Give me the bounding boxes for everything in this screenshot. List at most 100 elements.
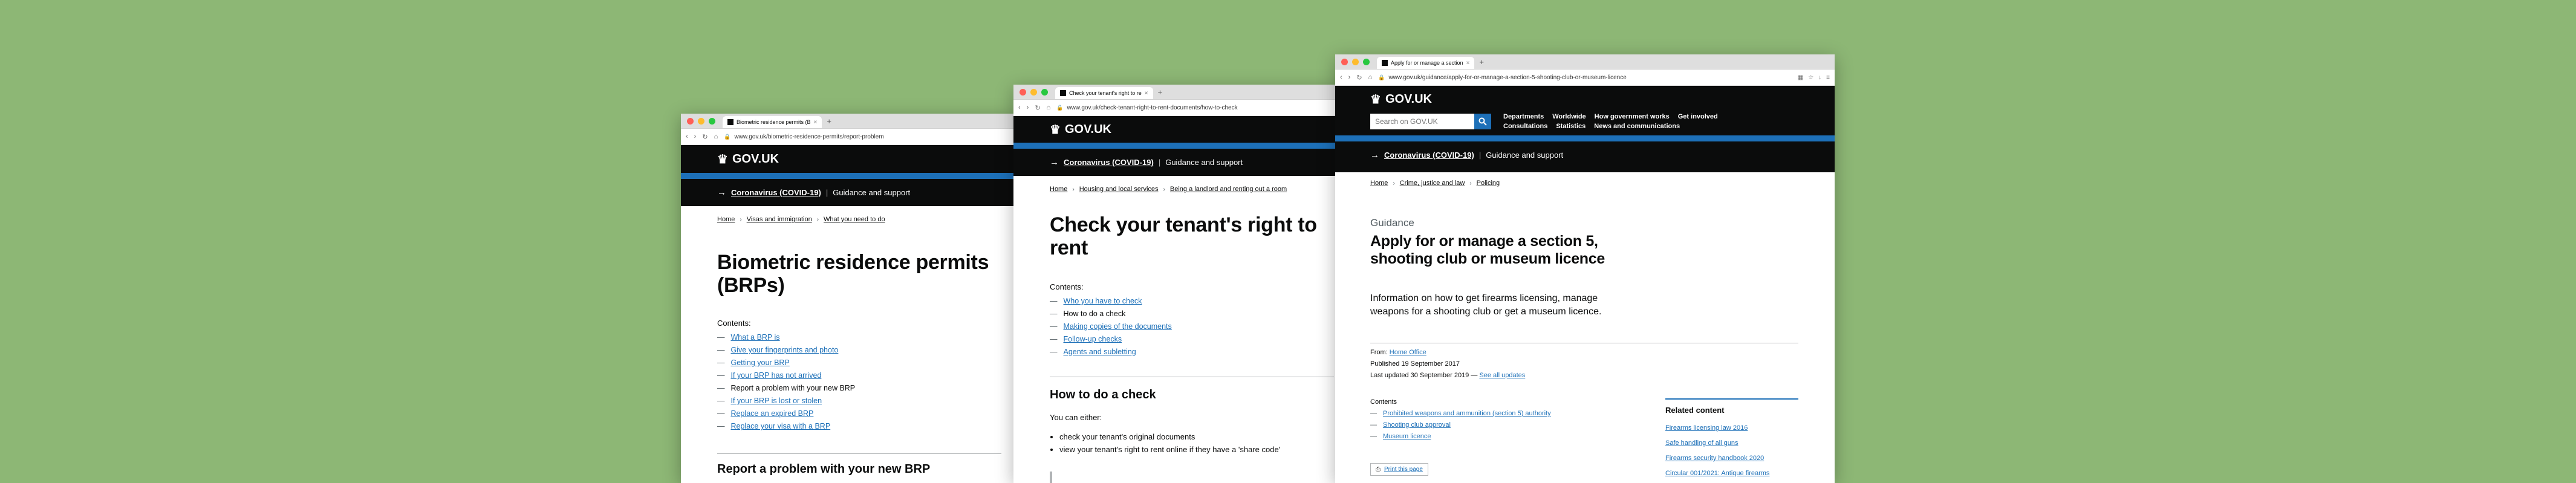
breadcrumb-visas[interactable]: Visas and immigration [747, 216, 812, 223]
close-window-icon[interactable] [1341, 58, 1348, 65]
tab-title: Apply for or manage a section [1391, 60, 1463, 66]
list-item: — Making copies of the documents [1050, 320, 1316, 333]
nav-statistics[interactable]: Statistics [1556, 122, 1586, 131]
nav-departments[interactable]: Departments [1503, 112, 1544, 122]
covid-link[interactable]: Coronavirus (COVID-19) [1064, 158, 1154, 167]
covid-link[interactable]: Coronavirus (COVID-19) [731, 188, 821, 197]
toc-link[interactable]: Replace your visa with a BRP [731, 420, 831, 433]
related-link[interactable]: Firearms security handbook 2020 [1665, 451, 1798, 466]
maximize-window-icon[interactable] [709, 117, 715, 125]
nav-how-government-works[interactable]: How government works [1595, 112, 1670, 122]
section-heading: Report a problem with your new BRP [717, 462, 931, 476]
breadcrumb-home[interactable]: Home [1370, 180, 1388, 187]
maximize-window-icon[interactable] [1041, 88, 1048, 96]
forward-icon[interactable]: › [1027, 104, 1029, 111]
breadcrumb-landlord[interactable]: Being a landlord and renting out a room [1170, 186, 1287, 193]
breadcrumb-housing[interactable]: Housing and local services [1079, 186, 1159, 193]
minimize-window-icon[interactable] [1030, 88, 1037, 96]
address-bar[interactable]: 🔒 www.gov.uk/biometric-residence-permits/… [724, 134, 1015, 140]
download-icon[interactable]: ↓ [1818, 74, 1821, 81]
toc-link[interactable]: Agents and subletting [1064, 346, 1136, 358]
nav-get-involved[interactable]: Get involved [1678, 112, 1718, 122]
list-item: — Replace an expired BRP [717, 407, 983, 420]
minimize-window-icon[interactable] [698, 117, 704, 125]
new-tab-icon[interactable]: + [1479, 57, 1484, 66]
contents-label: Contents: [1050, 282, 1084, 291]
toc-link[interactable]: Getting your BRP [731, 357, 790, 369]
govuk-logo[interactable]: ♛ GOV.UK [1050, 122, 1111, 137]
toc-link[interactable]: If your BRP is lost or stolen [731, 395, 822, 407]
title-bar: Check your tenant's right to re × + [1013, 85, 1352, 100]
close-window-icon[interactable] [1020, 88, 1026, 96]
lock-icon: 🔒 [1056, 104, 1064, 111]
govuk-logo[interactable]: ♛ GOV.UK [717, 152, 779, 167]
new-tab-icon[interactable]: + [1158, 88, 1163, 97]
back-icon[interactable]: ‹ [686, 133, 688, 140]
tab-close-icon[interactable]: × [1466, 60, 1470, 66]
tab-close-icon[interactable]: × [1145, 90, 1148, 97]
new-tab-icon[interactable]: + [827, 117, 831, 126]
home-icon[interactable]: ⌂ [1047, 104, 1051, 111]
reload-icon[interactable]: ↻ [1035, 104, 1040, 112]
toc-link[interactable]: Replace an expired BRP [731, 407, 814, 420]
nav-news-and-communications[interactable]: News and communications [1594, 122, 1680, 131]
govuk-logo[interactable]: ♛ GOV.UK [1370, 92, 1432, 107]
related-link[interactable]: Firearms licensing law 2016 [1665, 421, 1798, 436]
toc-link[interactable]: If your BRP has not arrived [731, 369, 822, 382]
toc-link[interactable]: Follow-up checks [1064, 333, 1122, 346]
back-icon[interactable]: ‹ [1018, 104, 1021, 111]
toc-link[interactable]: What a BRP is [731, 331, 780, 344]
toc-link[interactable]: Shooting club approval [1383, 420, 1451, 431]
bookmark-icon[interactable]: ☆ [1808, 74, 1813, 81]
related-link[interactable]: Circular 001/2021: Antique firearms [1665, 466, 1798, 481]
breadcrumb-what-you-need[interactable]: What you need to do [824, 216, 885, 223]
extensions-icon[interactable]: ▦ [1798, 74, 1803, 81]
browser-tab[interactable]: Biometric residence permits (B × [723, 116, 822, 128]
crown-icon: ♛ [717, 152, 728, 166]
reload-icon[interactable]: ↻ [702, 133, 707, 141]
list-item: — Report a problem with your new BRP [717, 382, 983, 395]
nav-worldwide[interactable]: Worldwide [1552, 112, 1586, 122]
reload-icon[interactable]: ↻ [1356, 74, 1362, 82]
forward-icon[interactable]: › [1348, 74, 1351, 81]
menu-icon[interactable]: ≡ [1826, 74, 1830, 81]
browser-tab[interactable]: Check your tenant's right to re × [1055, 87, 1153, 99]
browser-toolbar: ‹ › ↻ ⌂ 🔒 www.gov.uk/check-tenant-right-t… [1013, 100, 1352, 116]
address-bar[interactable]: 🔒 www.gov.uk/check-tenant-right-to-rent-d… [1056, 105, 1347, 111]
home-icon[interactable]: ⌂ [714, 133, 718, 140]
browser-tab[interactable]: Apply for or manage a section × [1377, 57, 1475, 69]
page-title: Biometric residence permits (BRPs) [717, 251, 989, 297]
back-icon[interactable]: ‹ [1340, 74, 1342, 81]
chevron-right-icon: › [1163, 186, 1165, 193]
related-link[interactable]: Safe handling of all guns [1665, 436, 1798, 451]
maximize-window-icon[interactable] [1363, 58, 1370, 65]
breadcrumb-home[interactable]: Home [717, 216, 735, 223]
guidance-text: Guidance and support [1486, 151, 1564, 160]
nav-consultations[interactable]: Consultations [1503, 122, 1547, 131]
toc-link[interactable]: Prohibited weapons and ammunition (secti… [1383, 408, 1551, 420]
toc-link[interactable]: Who you have to check [1064, 295, 1142, 308]
covid-link[interactable]: Coronavirus (COVID-19) [1384, 151, 1474, 160]
from-org-link[interactable]: Home Office [1390, 349, 1426, 356]
print-button[interactable]: ⎙ Print this page [1370, 463, 1428, 476]
see-all-updates-link[interactable]: See all updates [1479, 372, 1525, 379]
breadcrumb-policing[interactable]: Policing [1477, 180, 1500, 187]
arrow-right-icon: → [1050, 157, 1059, 167]
search-button[interactable] [1474, 114, 1491, 129]
toc-link[interactable]: Museum licence [1383, 431, 1431, 442]
home-icon[interactable]: ⌂ [1368, 74, 1373, 81]
toc-link[interactable]: Give your fingerprints and photo [731, 344, 839, 357]
address-bar[interactable]: 🔒 www.gov.uk/guidance/apply-for-or-manage… [1378, 74, 1792, 81]
breadcrumb-home[interactable]: Home [1050, 186, 1067, 193]
toc-link[interactable]: Making copies of the documents [1064, 320, 1172, 333]
close-window-icon[interactable] [687, 117, 694, 125]
breadcrumb-crime-justice[interactable]: Crime, justice and law [1400, 180, 1465, 187]
url-text: www.gov.uk/check-tenant-right-to-rent-do… [1067, 104, 1238, 111]
contents-list: — What a BRP is — Give your fingerprints a… [717, 331, 983, 433]
tab-close-icon[interactable]: × [814, 119, 818, 126]
forward-icon[interactable]: › [694, 133, 697, 140]
crown-icon: ♛ [1050, 123, 1061, 137]
search-input[interactable] [1370, 114, 1474, 129]
page-title: Apply for or manage a section 5, shootin… [1370, 233, 1605, 267]
minimize-window-icon[interactable] [1352, 58, 1359, 65]
